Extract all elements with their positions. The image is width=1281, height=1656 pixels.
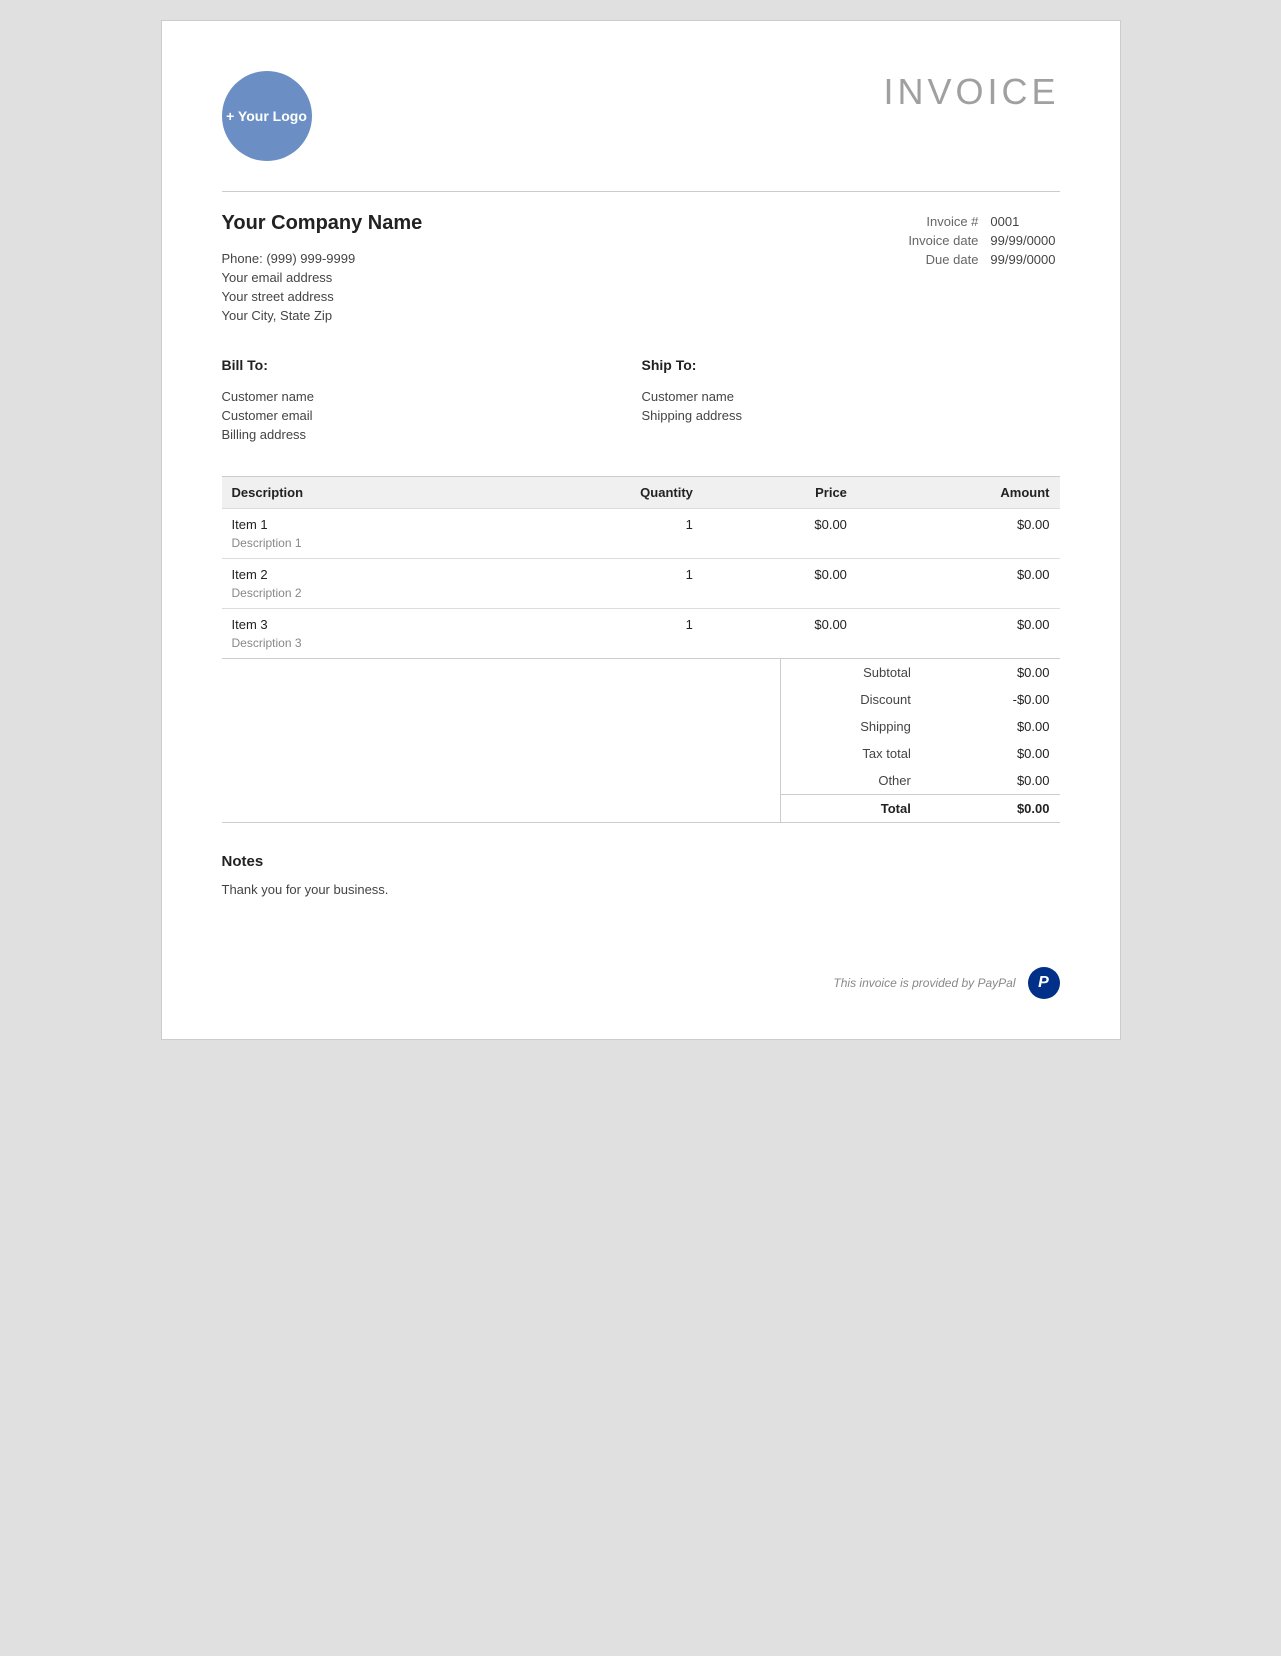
item-3-qty: 1 (490, 609, 703, 635)
company-left: Your Company Name Phone: (999) 999-9999 … (222, 212, 905, 327)
company-info-section: Your Company Name Phone: (999) 999-9999 … (222, 212, 1060, 327)
item-3-price: $0.00 (703, 609, 857, 635)
shipping-value: $0.00 (921, 713, 1060, 740)
items-table-body: Item 1 1 $0.00 $0.00 Description 1 Item … (222, 509, 1060, 659)
due-date-value: 99/99/0000 (986, 250, 1059, 269)
col-description-header: Description (222, 477, 490, 509)
company-email: Your email address (222, 270, 905, 285)
footer-text: This invoice is provided by PayPal (833, 976, 1015, 990)
col-amount-header: Amount (857, 477, 1060, 509)
subtotal-value: $0.00 (921, 659, 1060, 686)
other-value: $0.00 (921, 767, 1060, 795)
company-phone: Phone: (999) 999-9999 (222, 251, 905, 266)
item-2-name: Item 2 (222, 559, 490, 585)
shipping-row: Shipping $0.00 (780, 713, 1060, 740)
shipping-label: Shipping (780, 713, 921, 740)
total-label: Total (780, 795, 921, 823)
discount-value: -$0.00 (921, 686, 1060, 713)
item-2-description: Description 2 (222, 584, 1060, 609)
company-city: Your City, State Zip (222, 308, 905, 323)
other-row: Other $0.00 (780, 767, 1060, 795)
table-row: Item 1 1 $0.00 $0.00 (222, 509, 1060, 535)
bill-to: Bill To: Customer name Customer email Bi… (222, 357, 442, 446)
item-2-qty: 1 (490, 559, 703, 585)
invoice-meta: Invoice # 0001 Invoice date 99/99/0000 D… (904, 212, 1059, 269)
ship-to: Ship To: Customer name Shipping address (642, 357, 862, 446)
item-3-description: Description 3 (222, 634, 1060, 658)
notes-section: Notes Thank you for your business. (222, 853, 1060, 897)
paypal-icon: P (1028, 967, 1060, 999)
ship-to-heading: Ship To: (642, 357, 862, 373)
invoice-number-row: Invoice # 0001 (904, 212, 1059, 231)
company-name: Your Company Name (222, 212, 905, 235)
invoice-number-value: 0001 (986, 212, 1059, 231)
col-price-header: Price (703, 477, 857, 509)
tax-label: Tax total (780, 740, 921, 767)
totals-table: Subtotal $0.00 Discount -$0.00 Shipping … (780, 659, 1060, 822)
paypal-symbol: P (1038, 974, 1049, 992)
invoice-document: + Your Logo INVOICE Your Company Name Ph… (161, 20, 1121, 1040)
table-row-desc: Description 3 (222, 634, 1060, 658)
item-1-amount: $0.00 (857, 509, 1060, 535)
col-quantity-header: Quantity (490, 477, 703, 509)
other-label: Other (780, 767, 921, 795)
items-table: Description Quantity Price Amount Item 1… (222, 476, 1060, 658)
item-1-description: Description 1 (222, 534, 1060, 559)
bill-customer-name: Customer name (222, 389, 442, 404)
table-row-desc: Description 1 (222, 534, 1060, 559)
invoice-number-label: Invoice # (904, 212, 986, 231)
item-2-amount: $0.00 (857, 559, 1060, 585)
item-3-name: Item 3 (222, 609, 490, 635)
table-row-desc: Description 2 (222, 584, 1060, 609)
due-date-label: Due date (904, 250, 986, 269)
invoice-date-label: Invoice date (904, 231, 986, 250)
table-header-row: Description Quantity Price Amount (222, 477, 1060, 509)
notes-heading: Notes (222, 853, 1060, 870)
discount-label: Discount (780, 686, 921, 713)
invoice-header: + Your Logo INVOICE (222, 71, 1060, 161)
invoice-title: INVOICE (883, 71, 1059, 113)
invoice-meta-table: Invoice # 0001 Invoice date 99/99/0000 D… (904, 212, 1059, 269)
table-row: Item 3 1 $0.00 $0.00 (222, 609, 1060, 635)
logo-area: + Your Logo (222, 71, 312, 161)
bill-to-heading: Bill To: (222, 357, 442, 373)
subtotal-label: Subtotal (780, 659, 921, 686)
item-1-price: $0.00 (703, 509, 857, 535)
notes-text: Thank you for your business. (222, 882, 1060, 897)
company-details: Phone: (999) 999-9999 Your email address… (222, 251, 905, 323)
subtotal-row: Subtotal $0.00 (780, 659, 1060, 686)
item-1-name: Item 1 (222, 509, 490, 535)
total-value: $0.00 (921, 795, 1060, 823)
discount-row: Discount -$0.00 (780, 686, 1060, 713)
item-3-amount: $0.00 (857, 609, 1060, 635)
ship-shipping-address: Shipping address (642, 408, 862, 423)
invoice-date-row: Invoice date 99/99/0000 (904, 231, 1059, 250)
tax-value: $0.00 (921, 740, 1060, 767)
logo-button[interactable]: + Your Logo (222, 71, 312, 161)
items-table-header: Description Quantity Price Amount (222, 477, 1060, 509)
bill-customer-email: Customer email (222, 408, 442, 423)
bill-billing-address: Billing address (222, 427, 442, 442)
tax-row: Tax total $0.00 (780, 740, 1060, 767)
bill-ship-section: Bill To: Customer name Customer email Bi… (222, 357, 1060, 446)
invoice-date-value: 99/99/0000 (986, 231, 1059, 250)
header-divider (222, 191, 1060, 192)
table-row: Item 2 1 $0.00 $0.00 (222, 559, 1060, 585)
item-1-qty: 1 (490, 509, 703, 535)
bill-to-details: Customer name Customer email Billing add… (222, 389, 442, 442)
invoice-footer: This invoice is provided by PayPal P (222, 957, 1060, 999)
totals-section: Subtotal $0.00 Discount -$0.00 Shipping … (222, 658, 1060, 823)
ship-customer-name: Customer name (642, 389, 862, 404)
item-2-price: $0.00 (703, 559, 857, 585)
due-date-row: Due date 99/99/0000 (904, 250, 1059, 269)
total-row: Total $0.00 (780, 795, 1060, 823)
ship-to-details: Customer name Shipping address (642, 389, 862, 423)
company-street: Your street address (222, 289, 905, 304)
